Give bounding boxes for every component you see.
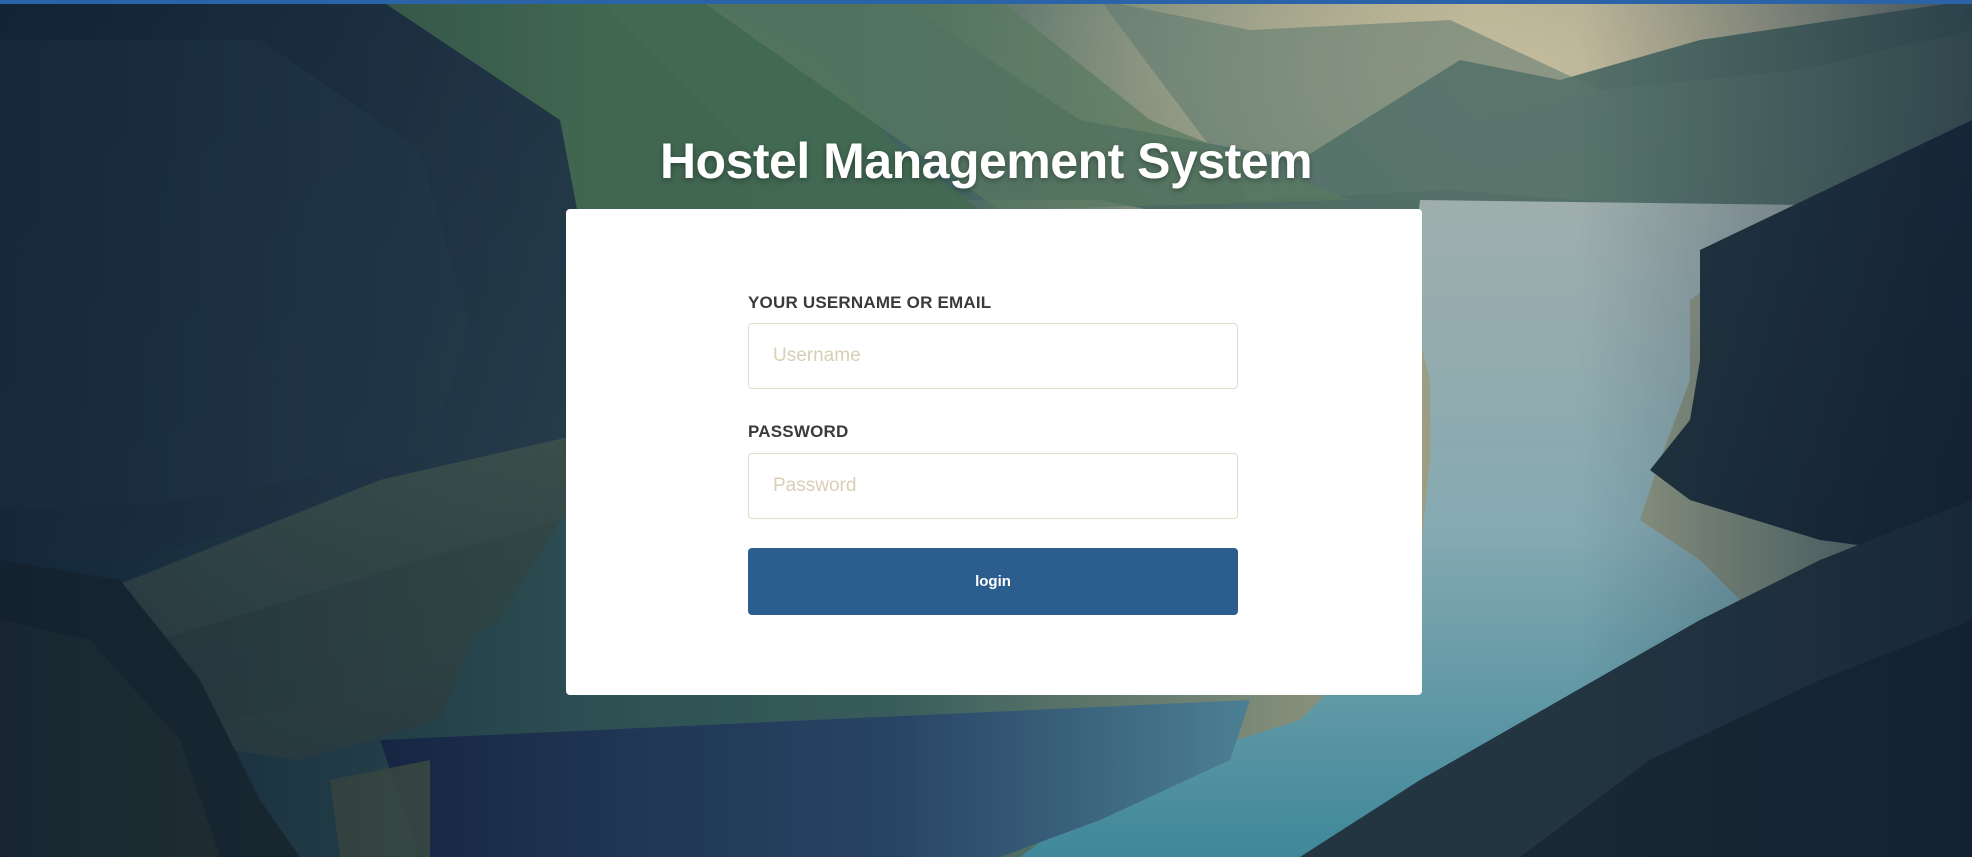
login-card: YOUR USERNAME OR EMAIL PASSWORD login bbox=[566, 209, 1422, 695]
username-label: YOUR USERNAME OR EMAIL bbox=[748, 293, 992, 312]
top-accent-bar bbox=[0, 0, 1972, 4]
page-title: Hostel Management System bbox=[659, 133, 1313, 189]
password-label: PASSWORD bbox=[748, 422, 849, 441]
login-button[interactable]: login bbox=[748, 548, 1238, 615]
username-input[interactable] bbox=[748, 323, 1238, 389]
password-input[interactable] bbox=[748, 453, 1238, 519]
login-page: Hostel Management System YOUR USERNAME O… bbox=[0, 0, 1972, 857]
